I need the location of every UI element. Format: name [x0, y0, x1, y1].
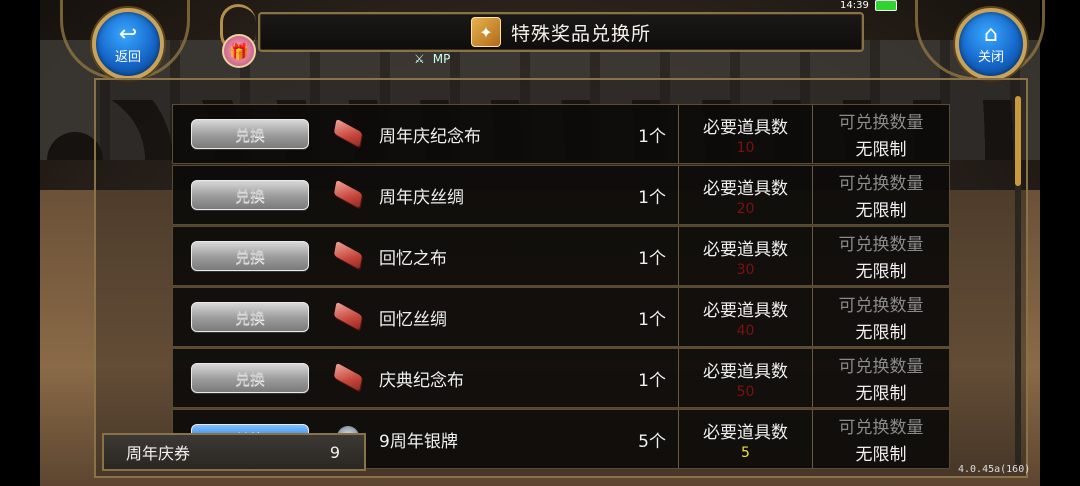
- battery-icon: [874, 0, 897, 11]
- limit-value: 无限制: [855, 384, 907, 404]
- limit-cell: 可兑换数量 无限制: [813, 227, 949, 285]
- item-main-cell: 兑换 回忆丝绸 1个: [173, 288, 679, 346]
- item-main-cell: 兑换 回忆之布 1个: [173, 227, 679, 285]
- list-item: 兑换 回忆之布 1个 必要道具数 30 可兑换数量 无限制: [172, 226, 950, 286]
- item-name: 回忆之布: [379, 248, 447, 269]
- item-quantity: 1个: [638, 370, 666, 391]
- system-status: 14:39: [840, 0, 897, 11]
- cloth-icon: [333, 304, 365, 330]
- mp-icon: MP: [432, 52, 451, 66]
- limit-value: 无限制: [855, 323, 907, 343]
- currency-box: 周年庆券 9: [102, 433, 366, 471]
- limit-cell: 可兑换数量 无限制: [813, 166, 949, 224]
- item-name: 9周年银牌: [379, 431, 458, 452]
- required-cell: 必要道具数 40: [679, 288, 813, 346]
- close-button[interactable]: ⌂ 关闭: [955, 8, 1027, 80]
- required-count: 20: [736, 200, 755, 217]
- exchange-button[interactable]: 兑换: [191, 180, 309, 210]
- item-name: 周年庆纪念布: [379, 126, 481, 147]
- required-count: 5: [741, 444, 750, 461]
- list-item: 兑换 回忆丝绸 1个 必要道具数 40 可兑换数量 无限制: [172, 287, 950, 347]
- limit-cell: 可兑换数量 无限制: [813, 410, 949, 468]
- item-main-cell: 兑换 周年庆丝绸 1个: [173, 166, 679, 224]
- required-cell: 必要道具数 5: [679, 410, 813, 468]
- close-label: 关闭: [977, 49, 1004, 65]
- cloth-icon: [333, 182, 365, 208]
- cloth-icon: [333, 365, 365, 391]
- item-main-cell: 兑换 庆典纪念布 1个: [173, 349, 679, 407]
- currency-name: 周年庆券: [126, 444, 191, 463]
- shop-icon: ✦: [470, 17, 501, 47]
- item-name: 回忆丝绸: [379, 309, 447, 330]
- required-cell: 必要道具数 50: [679, 349, 813, 407]
- limit-cell: 可兑换数量 无限制: [813, 349, 949, 407]
- back-arrow-icon: ↩: [118, 21, 138, 47]
- page-title: 特殊奖品兑换所: [510, 22, 651, 45]
- item-quantity: 5个: [638, 431, 666, 452]
- exchange-button[interactable]: 兑换: [191, 119, 309, 149]
- required-count: 50: [736, 383, 755, 400]
- required-label: 必要道具数: [703, 422, 788, 443]
- scrollbar[interactable]: [1015, 96, 1021, 470]
- required-label: 必要道具数: [703, 178, 788, 199]
- version-label: 4.0.45a(160): [958, 464, 1031, 475]
- gift-icon[interactable]: 🎁: [222, 34, 256, 68]
- limit-label: 可兑换数量: [838, 418, 924, 438]
- limit-label: 可兑换数量: [838, 357, 924, 377]
- item-quantity: 1个: [638, 248, 666, 269]
- home-icon: ⌂: [984, 21, 998, 47]
- required-cell: 必要道具数 30: [679, 227, 813, 285]
- item-quantity: 1个: [638, 187, 666, 208]
- item-name: 庆典纪念布: [379, 370, 464, 391]
- list-item: 兑换 周年庆纪念布 1个 必要道具数 10 可兑换数量 无限制: [172, 104, 950, 164]
- limit-value: 无限制: [855, 140, 907, 160]
- item-main-cell: 兑换 周年庆纪念布 1个: [173, 105, 679, 163]
- required-count: 10: [736, 139, 755, 156]
- required-label: 必要道具数: [703, 117, 788, 138]
- limit-cell: 可兑换数量 无限制: [813, 105, 949, 163]
- required-count: 30: [736, 261, 755, 278]
- required-label: 必要道具数: [703, 361, 788, 382]
- item-quantity: 1个: [638, 126, 666, 147]
- limit-value: 无限制: [855, 262, 907, 282]
- list-item: 兑换 周年庆丝绸 1个 必要道具数 20 可兑换数量 无限制: [172, 165, 950, 225]
- list-item: 兑换 庆典纪念布 1个 必要道具数 50 可兑换数量 无限制: [172, 348, 950, 408]
- sword-icon: ⚔: [414, 52, 425, 66]
- limit-label: 可兑换数量: [838, 296, 924, 316]
- exchange-button[interactable]: 兑换: [191, 241, 309, 271]
- exchange-button[interactable]: 兑换: [191, 363, 309, 393]
- required-cell: 必要道具数 10: [679, 105, 813, 163]
- letterbox-right: [1040, 0, 1080, 486]
- limit-label: 可兑换数量: [838, 113, 924, 133]
- item-name: 周年庆丝绸: [379, 187, 464, 208]
- clock: 14:39: [840, 0, 869, 11]
- back-label: 返回: [114, 49, 141, 65]
- scroll-thumb[interactable]: [1015, 96, 1021, 186]
- limit-value: 无限制: [855, 201, 907, 221]
- required-count: 40: [736, 322, 755, 339]
- limit-cell: 可兑换数量 无限制: [813, 288, 949, 346]
- exchange-button[interactable]: 兑换: [191, 302, 309, 332]
- status-icons: ⚔ MP: [414, 52, 450, 66]
- cloth-icon: [333, 243, 365, 269]
- letterbox-left: [0, 0, 40, 486]
- back-button[interactable]: ↩ 返回: [92, 8, 164, 80]
- limit-label: 可兑换数量: [838, 235, 924, 255]
- limit-value: 无限制: [855, 445, 907, 465]
- required-label: 必要道具数: [703, 239, 788, 260]
- required-cell: 必要道具数 20: [679, 166, 813, 224]
- cloth-icon: [333, 121, 365, 147]
- title-bar: ✦ 特殊奖品兑换所: [258, 12, 864, 52]
- item-quantity: 1个: [638, 309, 666, 330]
- limit-label: 可兑换数量: [838, 174, 924, 194]
- required-label: 必要道具数: [703, 300, 788, 321]
- currency-amount: 9: [329, 442, 340, 462]
